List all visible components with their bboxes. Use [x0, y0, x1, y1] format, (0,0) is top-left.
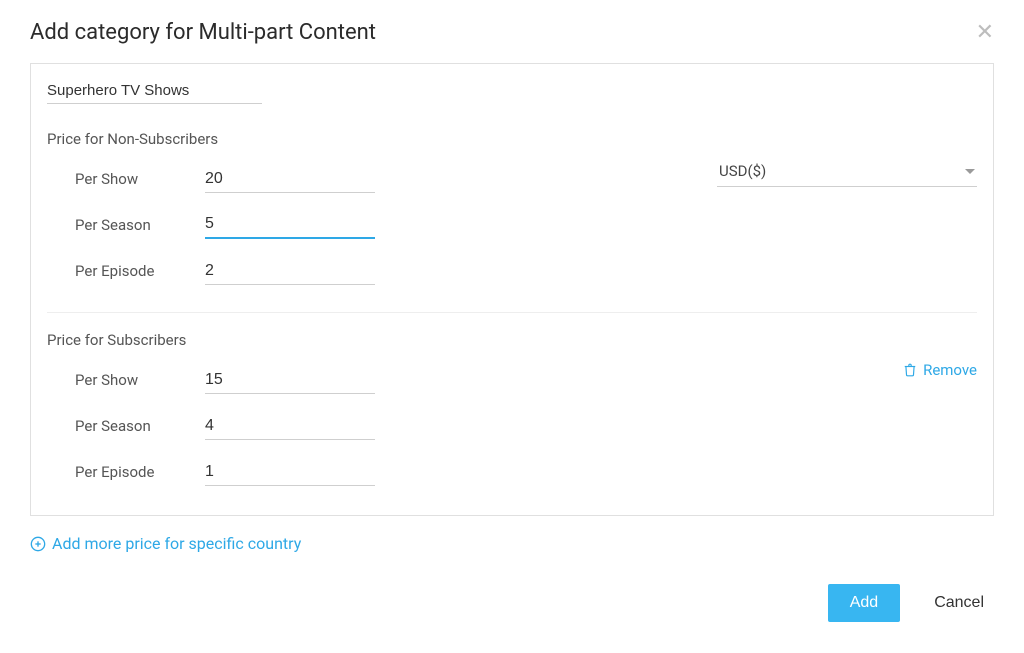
remove-subscriber-pricing-link[interactable]: Remove	[903, 361, 977, 379]
modal-title: Add category for Multi-part Content	[30, 20, 376, 45]
sub-per-episode-input[interactable]	[205, 459, 375, 486]
plus-circle-icon	[30, 536, 46, 552]
non-sub-per-show-input[interactable]	[205, 166, 375, 193]
non-sub-per-season-input[interactable]	[205, 211, 375, 239]
sub-per-episode-row: Per Episode	[75, 449, 903, 495]
add-country-price-link[interactable]: Add more price for specific country	[30, 534, 301, 553]
subscribers-heading: Price for Subscribers	[47, 331, 903, 349]
per-season-label: Per Season	[75, 417, 205, 435]
non-subscribers-section: Price for Non-Subscribers Per Show Per S…	[47, 130, 977, 294]
per-episode-label: Per Episode	[75, 262, 205, 280]
add-more-label: Add more price for specific country	[52, 534, 301, 553]
cancel-button[interactable]: Cancel	[928, 584, 990, 622]
currency-select[interactable]: USD($)	[717, 158, 977, 187]
modal-header: Add category for Multi-part Content ✕	[30, 20, 994, 45]
non-sub-per-show-row: Per Show	[75, 156, 717, 202]
remove-label: Remove	[923, 361, 977, 379]
add-category-modal: Add category for Multi-part Content ✕ Pr…	[0, 0, 1024, 646]
non-sub-per-episode-row: Per Episode	[75, 248, 717, 294]
non-sub-per-episode-input[interactable]	[205, 258, 375, 285]
category-name-input[interactable]	[47, 78, 262, 104]
add-button[interactable]: Add	[828, 584, 900, 622]
currency-selected-label: USD($)	[719, 162, 766, 180]
per-season-label: Per Season	[75, 216, 205, 234]
per-show-label: Per Show	[75, 170, 205, 188]
per-show-label: Per Show	[75, 371, 205, 389]
sub-per-show-row: Per Show	[75, 357, 903, 403]
trash-icon	[903, 362, 917, 378]
non-subscribers-heading: Price for Non-Subscribers	[47, 130, 717, 148]
sub-per-season-input[interactable]	[205, 413, 375, 440]
modal-footer: Add Cancel	[30, 584, 994, 622]
section-divider	[47, 312, 977, 313]
sub-per-season-row: Per Season	[75, 403, 903, 449]
per-episode-label: Per Episode	[75, 463, 205, 481]
chevron-down-icon	[965, 169, 975, 174]
sub-per-show-input[interactable]	[205, 367, 375, 394]
pricing-panel: Price for Non-Subscribers Per Show Per S…	[30, 63, 994, 516]
subscribers-section: Price for Subscribers Per Show Per Seaso…	[47, 331, 977, 495]
non-sub-per-season-row: Per Season	[75, 202, 717, 248]
close-icon[interactable]: ✕	[976, 22, 994, 44]
